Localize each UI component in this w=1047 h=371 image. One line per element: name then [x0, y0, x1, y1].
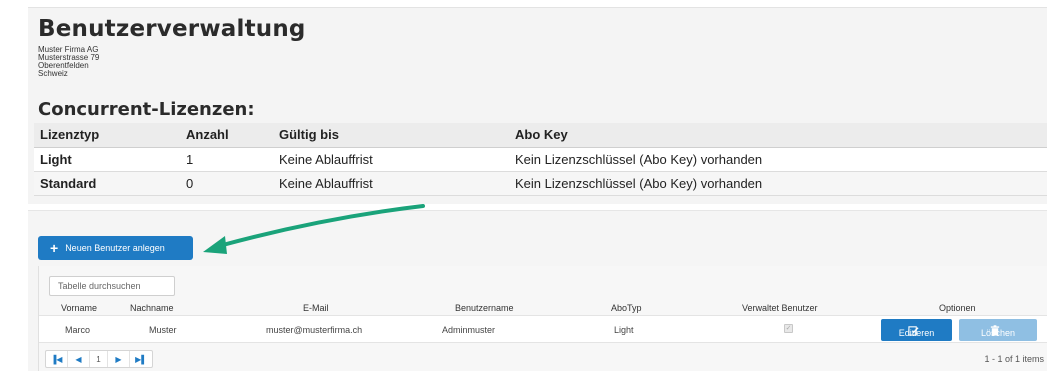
company-address: Muster Firma AG Musterstrasse 79 Oberent… — [38, 46, 99, 78]
license-valid-until: Keine Ablauffrist — [273, 147, 509, 172]
pager: ▐◀ ◀ 1 ▶ ▶▌ — [45, 350, 153, 368]
column-header[interactable]: E-Mail — [303, 303, 329, 313]
column-header: Gültig bis — [273, 123, 509, 148]
column-header: Optionen — [939, 303, 976, 313]
grid-header-row: Vorname Nachname E-Mail Benutzername Abo… — [39, 303, 1047, 314]
current-page-number[interactable]: 1 — [90, 351, 108, 367]
annotation-arrow-icon — [203, 204, 425, 254]
license-type: Light — [34, 147, 180, 172]
license-count: 0 — [180, 171, 273, 196]
cell-vorname: Marco — [65, 325, 91, 335]
column-header[interactable]: AboTyp — [611, 303, 642, 313]
license-type: Standard — [34, 171, 180, 196]
column-header[interactable]: Vorname — [61, 303, 97, 313]
new-user-button[interactable]: + Neuen Benutzer anlegen — [38, 236, 193, 260]
delete-label: Löschen — [980, 328, 1016, 338]
column-header: Abo Key — [509, 123, 1047, 148]
license-count: 1 — [180, 147, 273, 172]
table-row: Standard 0 Keine Ablauffrist Kein Lizenz… — [34, 171, 1047, 196]
license-abo-key: Kein Lizenzschlüssel (Abo Key) vorhanden — [509, 147, 1047, 172]
column-header[interactable]: Nachname — [130, 303, 174, 313]
plus-icon: + — [50, 240, 59, 256]
column-header[interactable]: Verwaltet Benutzer — [742, 303, 818, 313]
edit-button[interactable]: Editieren — [881, 319, 952, 341]
licenses-title: Concurrent-Lizenzen: — [38, 99, 255, 120]
previous-page-button[interactable]: ◀ — [68, 351, 90, 367]
delete-button[interactable]: Löschen — [959, 319, 1037, 341]
cell-nachname: Muster — [149, 325, 177, 335]
table-row[interactable]: Marco Muster muster@musterfirma.ch Admin… — [39, 315, 1047, 343]
license-valid-until: Keine Ablauffrist — [273, 171, 509, 196]
users-grid: Vorname Nachname E-Mail Benutzername Abo… — [38, 266, 1047, 371]
license-abo-key: Kein Lizenzschlüssel (Abo Key) vorhanden — [509, 171, 1047, 196]
user-panel: + Neuen Benutzer anlegen Vorname Nachnam… — [28, 210, 1047, 371]
pager-info: 1 - 1 of 1 items — [984, 354, 1044, 364]
column-header[interactable]: Benutzername — [455, 303, 514, 313]
cell-benutzername: Adminmuster — [442, 325, 496, 335]
table-row: Light 1 Keine Ablauffrist Kein Lizenzsch… — [34, 147, 1047, 172]
cell-email: muster@musterfirma.ch — [266, 325, 363, 335]
cell-abotyp: Light — [614, 325, 634, 335]
edit-label: Editieren — [898, 328, 935, 338]
address-line: Schweiz — [38, 69, 68, 78]
next-page-button[interactable]: ▶ — [108, 351, 130, 367]
licenses-header-row: Lizenztyp Anzahl Gültig bis Abo Key — [34, 123, 1047, 148]
grid-search-input[interactable] — [49, 276, 175, 296]
first-page-button[interactable]: ▐◀ — [46, 351, 68, 367]
column-header: Anzahl — [180, 123, 273, 148]
managed-users-checkbox: ✓ — [784, 324, 793, 333]
column-header: Lizenztyp — [34, 123, 180, 148]
licenses-table: Lizenztyp Anzahl Gültig bis Abo Key Ligh… — [34, 123, 1047, 196]
page-title: Benutzerverwaltung — [38, 16, 306, 42]
new-user-label: Neuen Benutzer anlegen — [65, 243, 165, 253]
last-page-button[interactable]: ▶▌ — [130, 351, 152, 367]
header-panel: Benutzerverwaltung Muster Firma AG Muste… — [28, 7, 1047, 204]
